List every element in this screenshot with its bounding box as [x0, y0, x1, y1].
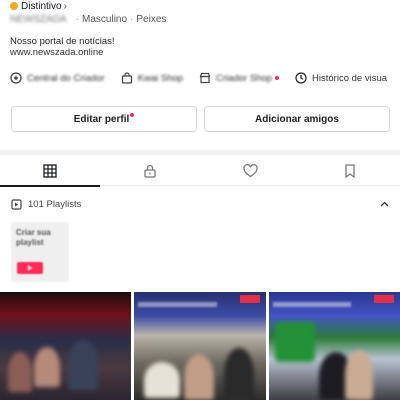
history-clock-icon	[295, 72, 307, 84]
create-playlist-label: Criar sua playlist	[16, 228, 51, 247]
quick-link-label: Kwai Shop	[137, 72, 184, 84]
quick-link-creator-center[interactable]: Central do Criador	[10, 72, 105, 84]
bio-link[interactable]: www.newszada.online	[10, 47, 115, 58]
add-friends-button[interactable]: Adicionar amigos	[204, 106, 390, 132]
channel-tag	[239, 295, 260, 303]
zodiac-label: Peixes	[136, 14, 167, 25]
quick-link-history[interactable]: Histórico de visua	[295, 72, 387, 84]
video-thumbnail[interactable]	[0, 292, 132, 400]
badge-icon	[10, 2, 18, 10]
gender-label: Masculino	[82, 14, 128, 25]
separator: ·	[75, 14, 80, 25]
play-icon	[28, 265, 33, 271]
quick-link-creator-shop[interactable]: Criador Shop	[199, 72, 280, 84]
creator-center-icon	[10, 72, 22, 84]
active-tab-indicator	[0, 185, 100, 187]
badge-row[interactable]: Distintivo ›	[10, 0, 67, 12]
profile-bio: Nosso portal de notícias! www.newszada.o…	[10, 36, 115, 58]
profile-meta: NEWSZADA · Masculino · Peixes	[10, 14, 166, 25]
edit-profile-label: Editar perfil	[73, 113, 130, 125]
chevron-right-icon: ›	[63, 0, 67, 12]
store-icon	[199, 72, 211, 84]
video-thumbnail[interactable]	[134, 292, 266, 400]
video-grid	[0, 292, 400, 400]
playlists-count: 101 Playlists	[28, 198, 82, 210]
tab-liked[interactable]	[200, 155, 300, 186]
playlist-icon	[11, 198, 22, 210]
quick-link-label: Central do Criador	[27, 72, 105, 84]
add-friends-label: Adicionar amigos	[255, 113, 339, 125]
shopping-bag-icon	[121, 72, 133, 84]
grid-icon	[43, 163, 57, 178]
chevron-up-icon[interactable]	[377, 196, 391, 212]
bookmark-icon	[345, 163, 355, 178]
tab-private[interactable]	[100, 155, 200, 186]
username: NEWSZADA	[10, 14, 67, 25]
quick-link-kwai-shop[interactable]: Kwai Shop	[121, 72, 183, 84]
create-playlist-button[interactable]	[17, 262, 43, 274]
profile-tabs	[0, 155, 400, 187]
channel-tag	[373, 295, 394, 303]
quick-link-label: Criador Shop	[216, 72, 273, 84]
notification-dot	[130, 113, 135, 117]
separator: ·	[130, 14, 134, 25]
tab-saved[interactable]	[300, 155, 400, 186]
quick-links: Central do Criador Kwai Shop Criador Sho…	[10, 68, 400, 88]
notification-dot	[275, 76, 280, 80]
create-playlist-card[interactable]: Criar sua playlist	[11, 222, 69, 282]
quick-link-label: Histórico de visua	[312, 72, 388, 84]
badge-label: Distintivo	[21, 0, 62, 12]
edit-profile-button[interactable]: Editar perfil	[11, 106, 197, 132]
bio-text: Nosso portal de notícias!	[10, 36, 115, 47]
playlists-header[interactable]: 101 Playlists	[11, 196, 391, 212]
heart-icon	[242, 163, 258, 177]
video-thumbnail[interactable]	[268, 292, 400, 400]
lock-icon	[144, 164, 156, 178]
tab-videos-grid[interactable]	[0, 155, 100, 187]
